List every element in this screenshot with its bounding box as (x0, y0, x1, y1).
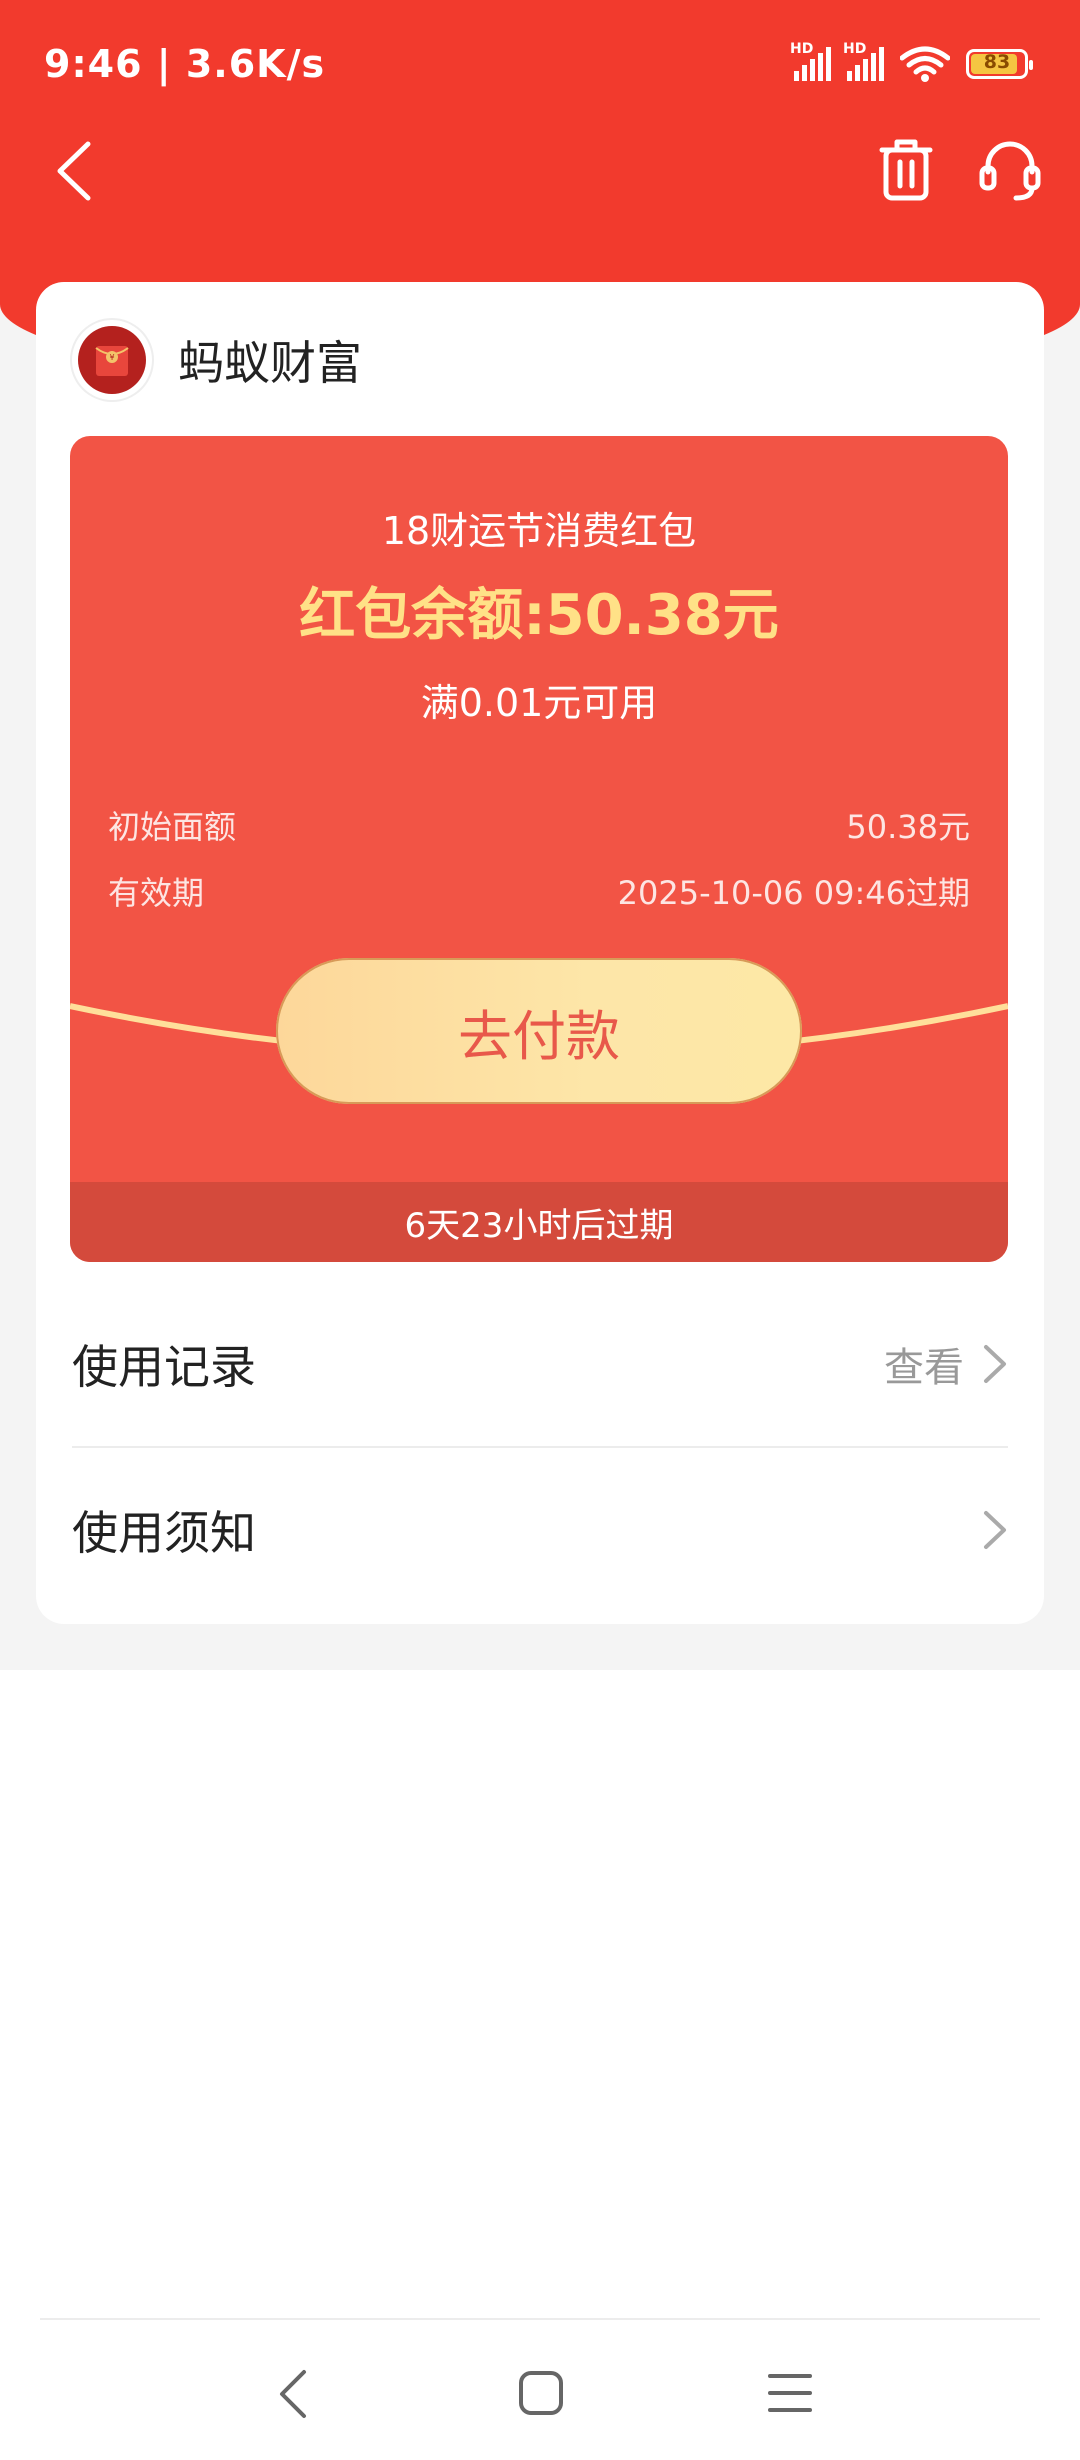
validity-label: 有效期 (108, 874, 205, 912)
validity-value: 2025-10-06 09:46过期 (617, 874, 970, 912)
red-packet: 18财运节消费红包 红包余额:50.38元 满0.01元可用 初始面额 50.3… (70, 436, 1008, 1262)
signal-icon: HD (790, 41, 831, 81)
usage-records-right: 查看 (884, 1335, 1008, 1393)
red-packet-balance: 红包余额:50.38元 (299, 583, 779, 648)
pay-button[interactable]: 去付款 (276, 958, 802, 1104)
expire-notice: 6天23小时后过期 (70, 1182, 1008, 1262)
view-link[interactable]: 查看 (884, 1335, 964, 1393)
red-packet-condition: 满0.01元可用 (420, 681, 658, 725)
usage-notice-label: 使用须知 (72, 1506, 256, 1560)
red-envelope-icon: ¥ (72, 320, 152, 400)
status-time: 9:46 | 3.6K/s (44, 42, 326, 86)
system-back-icon[interactable] (272, 2366, 312, 2422)
signal-hd-label-2: HD (843, 41, 867, 57)
usage-notice-row[interactable]: 使用须知 (72, 1448, 1008, 1612)
system-menu-icon[interactable] (766, 2370, 814, 2416)
brand-name: 蚂蚁财富 (178, 336, 362, 390)
svg-text:¥: ¥ (109, 353, 114, 362)
brand-row: ¥ 蚂蚁财富 (72, 318, 362, 402)
headset-icon[interactable] (978, 136, 1042, 204)
system-home-icon[interactable] (516, 2368, 566, 2418)
trash-icon[interactable] (876, 136, 936, 204)
chevron-right-icon (984, 1511, 1006, 1549)
signal-hd-label: HD (790, 41, 814, 57)
usage-records-row[interactable]: 使用记录 查看 (72, 1282, 1008, 1448)
system-nav-divider (40, 2318, 1040, 2320)
status-bar: 9:46 | 3.6K/s HD HD 83 (0, 0, 1080, 130)
chevron-right-icon (984, 1345, 1006, 1383)
battery-icon: 83 (966, 49, 1033, 79)
initial-amount-row: 初始面额 50.38元 (108, 802, 970, 848)
red-packet-title: 18财运节消费红包 (381, 509, 697, 553)
status-icons: HD HD 83 (790, 41, 1033, 82)
red-packet-card: ¥ 蚂蚁财富 18财运节消费红包 红包余额:50.38元 满0.01元可用 初始… (36, 282, 1044, 1624)
initial-amount-value: 50.38元 (846, 808, 970, 846)
initial-amount-label: 初始面额 (108, 808, 237, 846)
screen: 9:46 | 3.6K/s HD HD 83 ¥ 蚂蚁财富 18财运节消费红包 … (0, 0, 1080, 2460)
validity-row: 有效期 2025-10-06 09:46过期 (108, 868, 970, 914)
wifi-icon (900, 46, 950, 82)
usage-records-label: 使用记录 (72, 1340, 256, 1394)
signal-icon-2: HD (843, 41, 884, 81)
battery-level: 83 (983, 51, 1011, 73)
back-icon[interactable] (52, 138, 96, 204)
